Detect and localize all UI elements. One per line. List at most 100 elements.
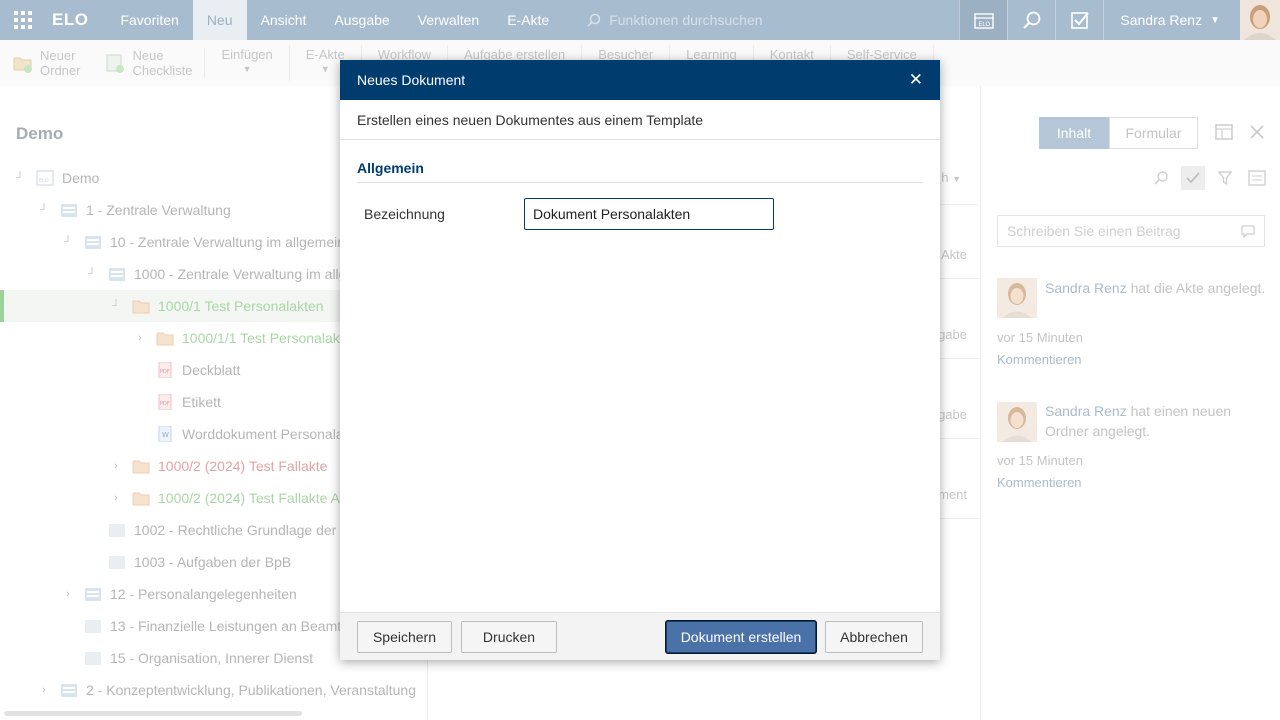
ribbon-group-label: E-Akte [305,47,345,62]
feed-user-name[interactable]: Sandra Renz [1045,280,1127,296]
tab-favoriten[interactable]: Favoriten [106,0,192,40]
folder-icon [156,332,174,346]
dialog-header: Neues Dokument ✕ [340,60,940,100]
user-menu[interactable]: Sandra Renz ▼ [1103,0,1240,40]
sort-dropdown[interactable]: h ▼ [941,170,961,185]
list-item-text[interactable]: Akte [941,247,967,262]
layout-icon[interactable] [1215,124,1233,143]
new-checklist-label-2: Checkliste [132,63,193,78]
svg-text:PDF: PDF [160,401,170,407]
list-item-text[interactable]: gabe [938,407,967,422]
post-input[interactable]: Schreiben Sie einen Beitrag [997,215,1265,247]
pdf-icon: PDF [158,362,172,378]
tab-ansicht[interactable]: Ansicht [247,0,321,40]
list-item-text[interactable]: ment [938,487,967,502]
document-name-input[interactable] [524,198,774,230]
dialog-subtitle: Erstellen eines neuen Dokumentes aus ein… [340,100,940,140]
collapse-icon[interactable]: ┘ [62,236,74,248]
tab-formular[interactable]: Formular [1109,117,1198,149]
divider [939,518,979,519]
divider [939,358,979,359]
avatar[interactable] [1240,0,1280,40]
feed-entry-text: Sandra Renz hat einen neuen Ordner angel… [1045,401,1269,441]
chevron-right-icon[interactable]: › [110,492,122,504]
new-folder-button[interactable]: Neuer Ordner [0,48,92,78]
comment-link[interactable]: Kommentieren [997,349,1083,371]
cabinet-icon [109,556,125,569]
elo-logo: ELO [52,10,89,29]
folder-icon [132,300,150,314]
chevron-right-icon[interactable]: › [38,684,50,696]
cabinet-icon [61,684,77,697]
svg-text:ELO: ELO [978,21,990,28]
comment-link[interactable]: Kommentieren [997,472,1083,494]
chevron-down-icon: ▼ [242,64,252,74]
horizontal-scrollbar[interactable] [4,711,302,716]
tree-item-label: Etikett [182,394,221,410]
section-heading: Allgemein [357,160,923,183]
cabinet-icon [109,524,125,537]
close-icon[interactable]: ✕ [909,70,923,90]
top-navigation-bar: ELO Favoriten Neu Ansicht Ausgabe Verwal… [0,0,1280,40]
feed-user-name[interactable]: Sandra Renz [1045,403,1127,419]
collapse-icon[interactable]: ┘ [110,300,122,312]
tree-item-label: 10 - Zentrale Verwaltung im allgemeinen [110,234,361,250]
archive-icon: ELO [36,170,54,186]
tab-ausgabe[interactable]: Ausgabe [320,0,403,40]
search-icon[interactable] [1149,166,1173,190]
tree-item-label: Worddokument Personalakte [182,426,363,442]
chevron-down-icon: ▼ [952,174,961,184]
search-icon[interactable] [1007,0,1055,40]
collapse-icon[interactable]: ┘ [14,172,26,184]
post-placeholder: Schreiben Sie einen Beitrag [1007,223,1181,239]
tree-item-label: 12 - Personalangelegenheiten [110,586,297,602]
collapse-icon[interactable]: ┘ [38,204,50,216]
tab-verwalten[interactable]: Verwalten [404,0,493,40]
print-button[interactable]: Drucken [461,621,557,653]
cabinet-icon [85,620,101,633]
tab-e-akte[interactable]: E-Akte [493,0,563,40]
user-name: Sandra Renz [1120,12,1203,28]
sort-label: h [941,170,949,185]
tree-item[interactable]: › 2 - Konzeptentwicklung, Publikationen,… [0,674,427,706]
tab-neu[interactable]: Neu [192,0,247,40]
cabinet-icon [85,236,101,249]
dialog-footer: Speichern Drucken Dokument erstellen Abb… [340,612,940,660]
filter-icon[interactable] [1213,166,1237,190]
ribbon-group-einfuegen[interactable]: Einfügen ▼ [205,45,290,81]
comment-icon [1240,223,1256,242]
pdf-icon: PDF [158,394,172,410]
create-document-button[interactable]: Dokument erstellen [666,621,816,653]
archive-icon[interactable]: ELO [959,0,1008,40]
chevron-down-icon: ▼ [320,64,330,74]
cabinet-icon [109,268,125,281]
function-search-field[interactable]: Funktionen durchsuchen [587,12,927,28]
collapse-icon[interactable]: ┘ [86,268,98,280]
chevron-right-icon[interactable]: › [134,332,146,344]
search-placeholder: Funktionen durchsuchen [609,12,763,28]
tree-item-label: Deckblatt [182,362,241,378]
tree-item-label: 13 - Finanzielle Leistungen an Beamte [110,618,349,634]
chevron-right-icon[interactable]: › [110,460,122,472]
list-item-text[interactable]: gabe [938,327,967,342]
cancel-button[interactable]: Abbrechen [825,621,923,653]
tab-inhalt[interactable]: Inhalt [1039,117,1109,149]
tasks-icon[interactable] [1055,0,1103,40]
svg-text:ELO: ELO [39,178,49,184]
folder-add-icon [13,57,32,73]
checklist-filter-icon[interactable] [1181,166,1205,190]
save-button[interactable]: Speichern [357,621,452,653]
search-icon [587,13,601,27]
app-grid-icon[interactable] [0,0,46,40]
svg-text:W: W [162,431,169,439]
cabinet-icon [85,588,101,601]
chevron-right-icon[interactable]: › [62,588,74,600]
new-checklist-label-1: Neue [132,48,164,63]
svg-text:PDF: PDF [160,369,170,375]
chevron-down-icon: ▼ [1210,14,1220,26]
tree-item-label: 1002 - Rechtliche Grundlage der BpB [134,522,367,538]
close-icon[interactable] [1249,124,1265,143]
list-view-icon[interactable] [1245,166,1269,190]
new-checklist-button[interactable]: Neue Checkliste [92,48,206,78]
new-document-dialog: Neues Dokument ✕ Erstellen eines neuen D… [340,60,940,660]
